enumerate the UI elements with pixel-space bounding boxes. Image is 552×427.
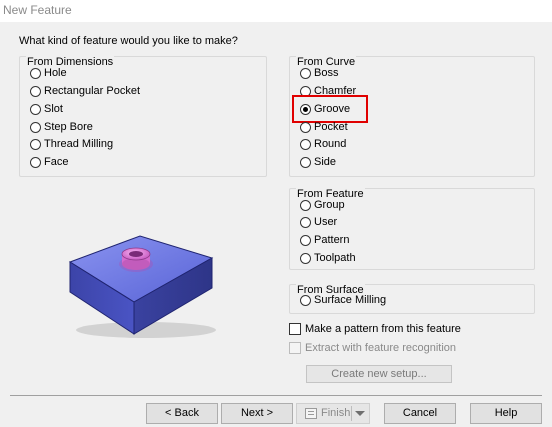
radio-slot[interactable]: Slot [30, 101, 63, 117]
radio-toolpath[interactable]: Toolpath [300, 250, 356, 266]
radio-button[interactable] [30, 67, 41, 79]
extract-recognition-label: Extract with feature recognition [305, 342, 457, 354]
radio-button[interactable] [300, 199, 311, 211]
radio-face[interactable]: Face [30, 154, 68, 170]
radio-surface-milling[interactable]: Surface Milling [300, 292, 386, 308]
radio-label: Rectangular Pocket [44, 85, 140, 97]
radio-button[interactable] [300, 294, 311, 306]
radio-pattern[interactable]: Pattern [300, 232, 349, 248]
radio-label: Hole [44, 67, 67, 79]
radio-button[interactable] [30, 85, 41, 97]
radio-thread-milling[interactable]: Thread Milling [30, 136, 113, 152]
extract-recognition-checkbox [289, 342, 301, 354]
radio-button[interactable] [300, 138, 311, 150]
radio-button[interactable] [300, 67, 311, 79]
radio-pocket[interactable]: Pocket [300, 119, 348, 135]
next-button[interactable]: Next > [221, 403, 293, 424]
radio-button[interactable] [300, 252, 311, 264]
radio-label: Pattern [314, 234, 350, 246]
make-pattern-checkbox[interactable] [289, 323, 301, 335]
split-divider [351, 406, 352, 421]
extract-recognition-checkbox-row: Extract with feature recognition [289, 340, 456, 356]
radio-label: Slot [44, 103, 63, 115]
radio-button[interactable] [300, 156, 311, 168]
radio-button[interactable] [300, 216, 311, 228]
radio-label: Step Bore [44, 121, 93, 133]
radio-button[interactable] [300, 234, 311, 246]
question-label: What kind of feature would you like to m… [19, 35, 238, 47]
radio-label: Round [314, 138, 347, 150]
radio-button[interactable] [30, 103, 41, 115]
radio-round[interactable]: Round [300, 136, 346, 152]
window-title: New Feature [3, 3, 72, 17]
radio-label: Surface Milling [314, 294, 387, 306]
radio-label: Side [314, 156, 337, 168]
create-new-setup-button: Create new setup... [306, 365, 452, 383]
document-icon [305, 408, 317, 419]
radio-boss[interactable]: Boss [300, 65, 338, 81]
radio-hole[interactable]: Hole [30, 65, 67, 81]
finish-split-button: Finish [296, 403, 370, 424]
radio-rectangular-pocket[interactable]: Rectangular Pocket [30, 83, 140, 99]
back-button[interactable]: < Back [146, 403, 218, 424]
radio-user[interactable]: User [300, 214, 337, 230]
radio-label: Boss [314, 67, 339, 79]
radio-button[interactable] [30, 138, 41, 150]
radio-label: Group [314, 199, 345, 211]
radio-button[interactable] [300, 121, 311, 133]
radio-group[interactable]: Group [300, 197, 345, 213]
radio-step-bore[interactable]: Step Bore [30, 119, 93, 135]
radio-button[interactable] [30, 121, 41, 133]
chevron-down-icon [355, 411, 365, 416]
radio-side[interactable]: Side [300, 154, 336, 170]
footer-separator [10, 395, 542, 396]
radio-label: Pocket [314, 121, 348, 133]
help-button[interactable]: Help [470, 403, 542, 424]
cancel-button[interactable]: Cancel [384, 403, 456, 424]
feature-illustration [68, 235, 216, 338]
finish-label: Finish [321, 407, 351, 419]
radio-label: Thread Milling [44, 138, 114, 150]
radio-label: Toolpath [314, 252, 356, 264]
title-bar: New Feature [0, 0, 552, 22]
make-pattern-label: Make a pattern from this feature [305, 323, 461, 335]
make-pattern-checkbox-row[interactable]: Make a pattern from this feature [289, 321, 461, 337]
radio-label: User [314, 216, 338, 228]
radio-label: Face [44, 156, 69, 168]
radio-button[interactable] [30, 156, 41, 168]
